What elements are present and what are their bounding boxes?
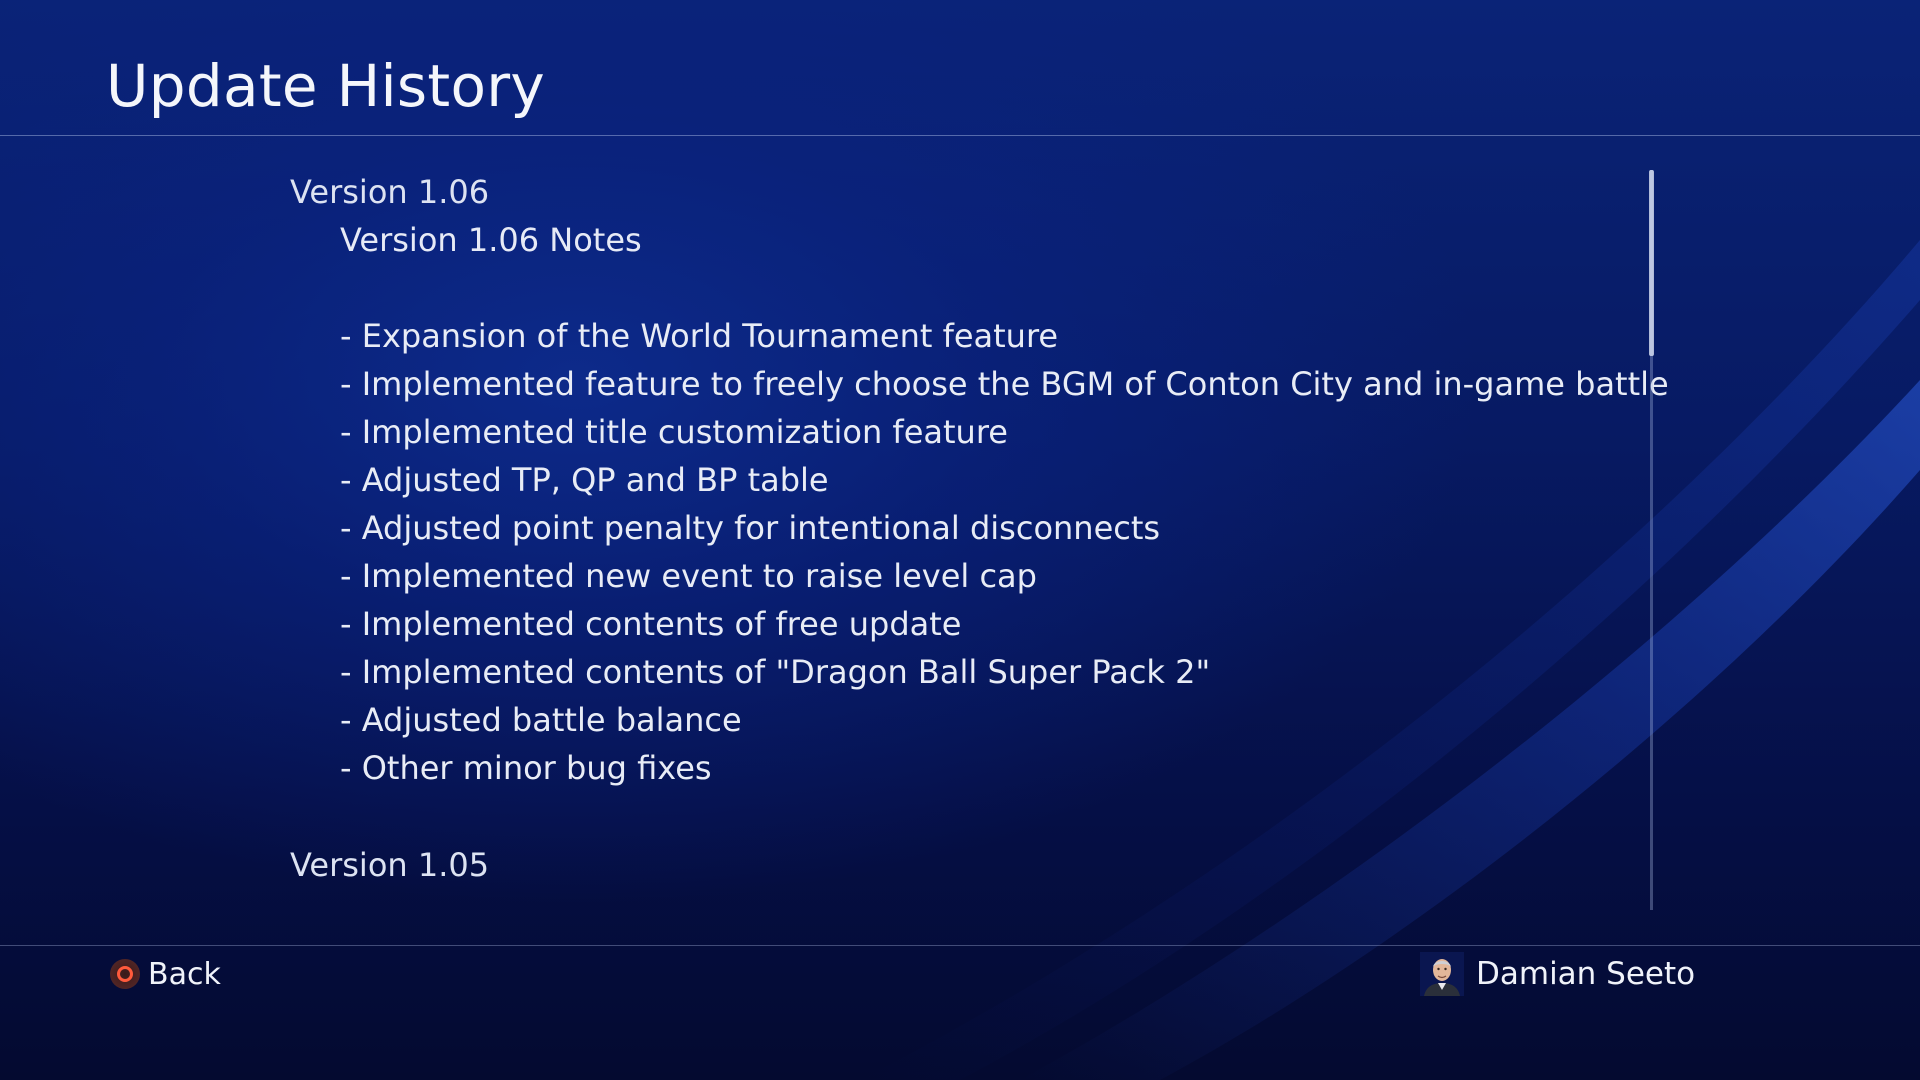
note-line: - Adjusted TP, QP and BP table [340, 461, 829, 499]
note-line: - Adjusted battle balance [340, 701, 742, 739]
notes-title: Version 1.06 Notes [340, 221, 642, 259]
user-profile: Damian Seeto [1420, 950, 1695, 998]
note-line: - Implemented title customization featur… [340, 413, 1008, 451]
note-line: - Adjusted point penalty for intentional… [340, 509, 1161, 547]
note-line: - Expansion of the World Tournament feat… [340, 317, 1059, 355]
circle-button-icon [110, 959, 140, 989]
note-line: - Other minor bug fixes [340, 749, 712, 787]
version-heading: Version 1.06 [290, 173, 490, 211]
scrollbar-thumb[interactable] [1649, 170, 1654, 356]
avatar [1420, 952, 1464, 996]
user-name: Damian Seeto [1476, 956, 1696, 992]
note-line: - Implemented contents of "Dragon Ball S… [340, 653, 1211, 691]
page-title: Update History [106, 52, 546, 120]
back-label: Back [148, 956, 221, 992]
footer-divider [0, 945, 1920, 946]
note-line: - Implemented feature to freely choose t… [340, 365, 1669, 403]
note-line: - Implemented new event to raise level c… [340, 557, 1037, 595]
note-line: - Implemented contents of free update [340, 605, 962, 643]
person-icon [1420, 952, 1464, 996]
update-notes: Version 1.06 Version 1.06 Notes - Expans… [290, 168, 1669, 889]
header-divider [0, 135, 1920, 136]
version-heading-next[interactable]: Version 1.05 [290, 841, 1620, 889]
back-button[interactable]: Back [110, 952, 221, 996]
